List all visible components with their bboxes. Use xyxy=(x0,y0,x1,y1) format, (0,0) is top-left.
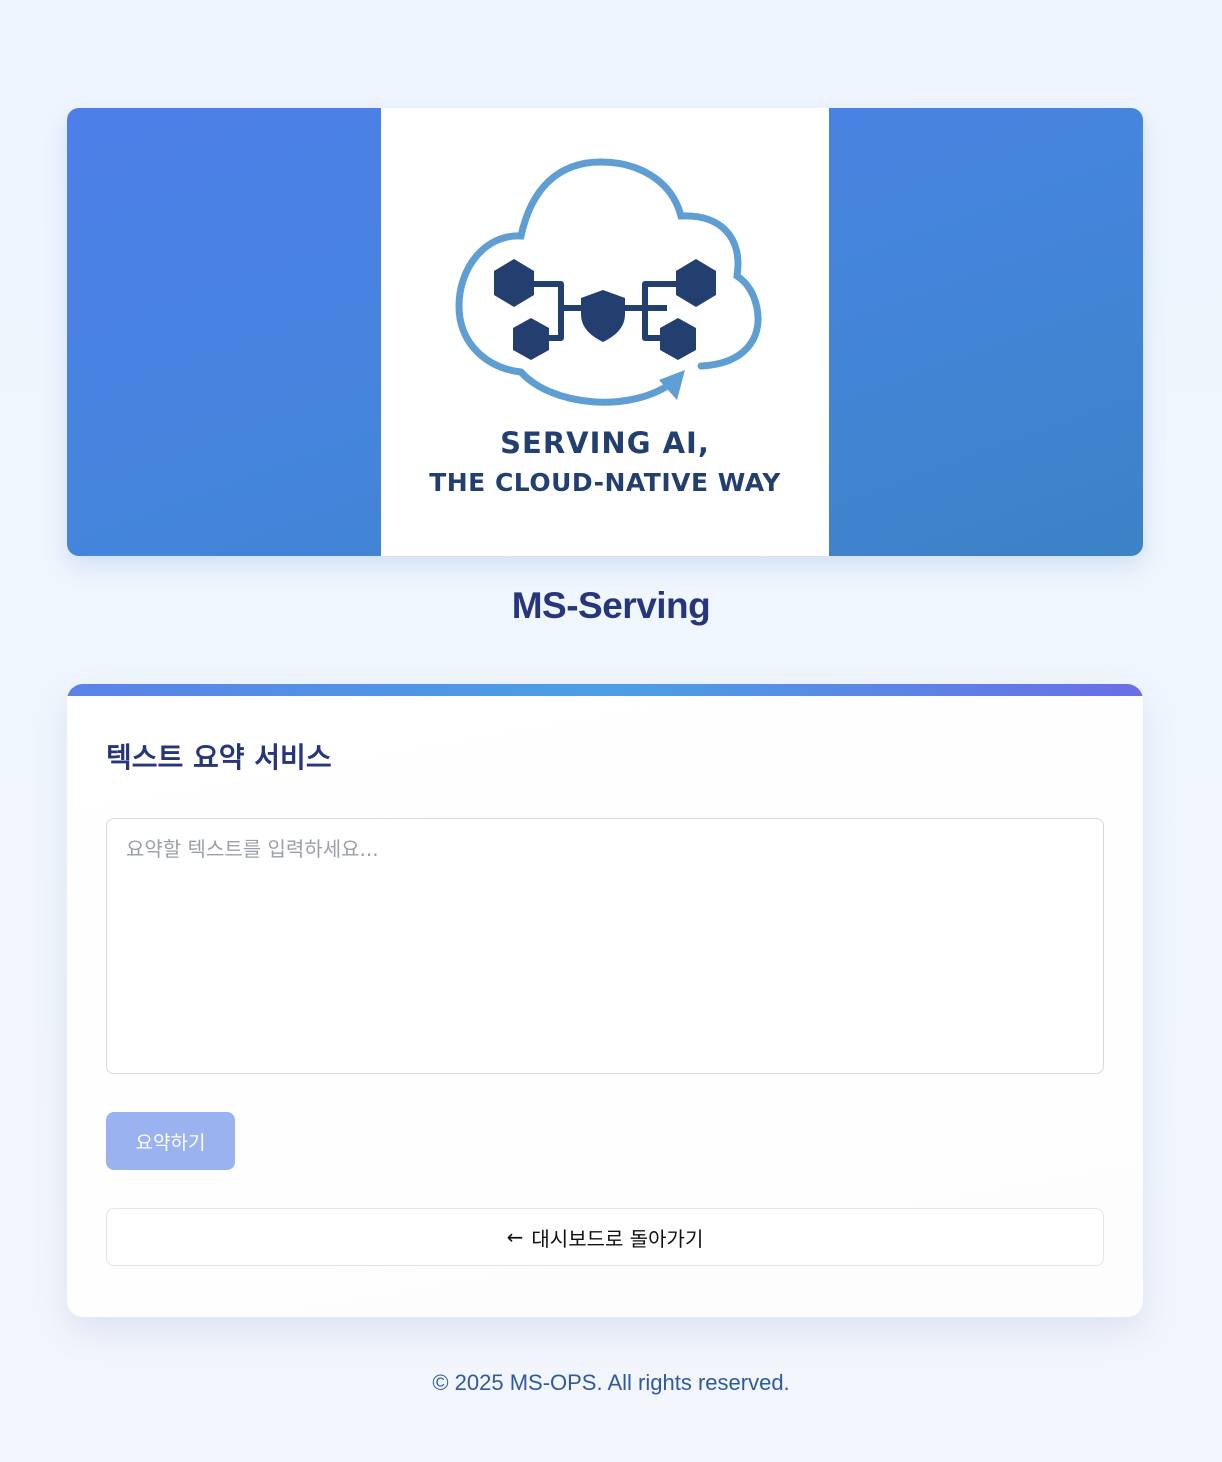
shield-node xyxy=(581,290,625,342)
card-accent-bar xyxy=(67,684,1143,696)
arrow-left-icon: ← xyxy=(506,1225,524,1249)
node-hexagon-bottom-right xyxy=(660,318,696,360)
back-to-dashboard-button[interactable]: ← 대시보드로 돌아가기 xyxy=(106,1208,1104,1266)
summary-text-input[interactable] xyxy=(106,818,1104,1074)
node-hexagon-top-left xyxy=(494,259,534,307)
footer-copyright: © 2025 MS-OPS. All rights reserved. xyxy=(432,1370,790,1395)
brand-logo: SERVING AI, THE CLOUD-NATIVE WAY xyxy=(381,108,829,556)
summary-card: 텍스트 요약 서비스 요약하기 ← 대시보드로 돌아가기 xyxy=(67,684,1143,1317)
logo-tagline-line-2: THE CLOUD-NATIVE WAY xyxy=(429,468,781,497)
app-title: MS-Serving xyxy=(511,585,711,626)
logo-tagline-line-1: SERVING AI, xyxy=(500,426,710,460)
node-hexagon-top-right xyxy=(676,259,716,307)
hero-banner: SERVING AI, THE CLOUD-NATIVE WAY xyxy=(67,108,1143,556)
cloud-network-logo-icon xyxy=(455,158,762,406)
summarize-button[interactable]: 요약하기 xyxy=(106,1112,235,1170)
node-hexagon-bottom-left xyxy=(513,318,549,360)
back-button-label: 대시보드로 돌아가기 xyxy=(531,1226,704,1251)
card-title: 텍스트 요약 서비스 xyxy=(106,741,332,774)
